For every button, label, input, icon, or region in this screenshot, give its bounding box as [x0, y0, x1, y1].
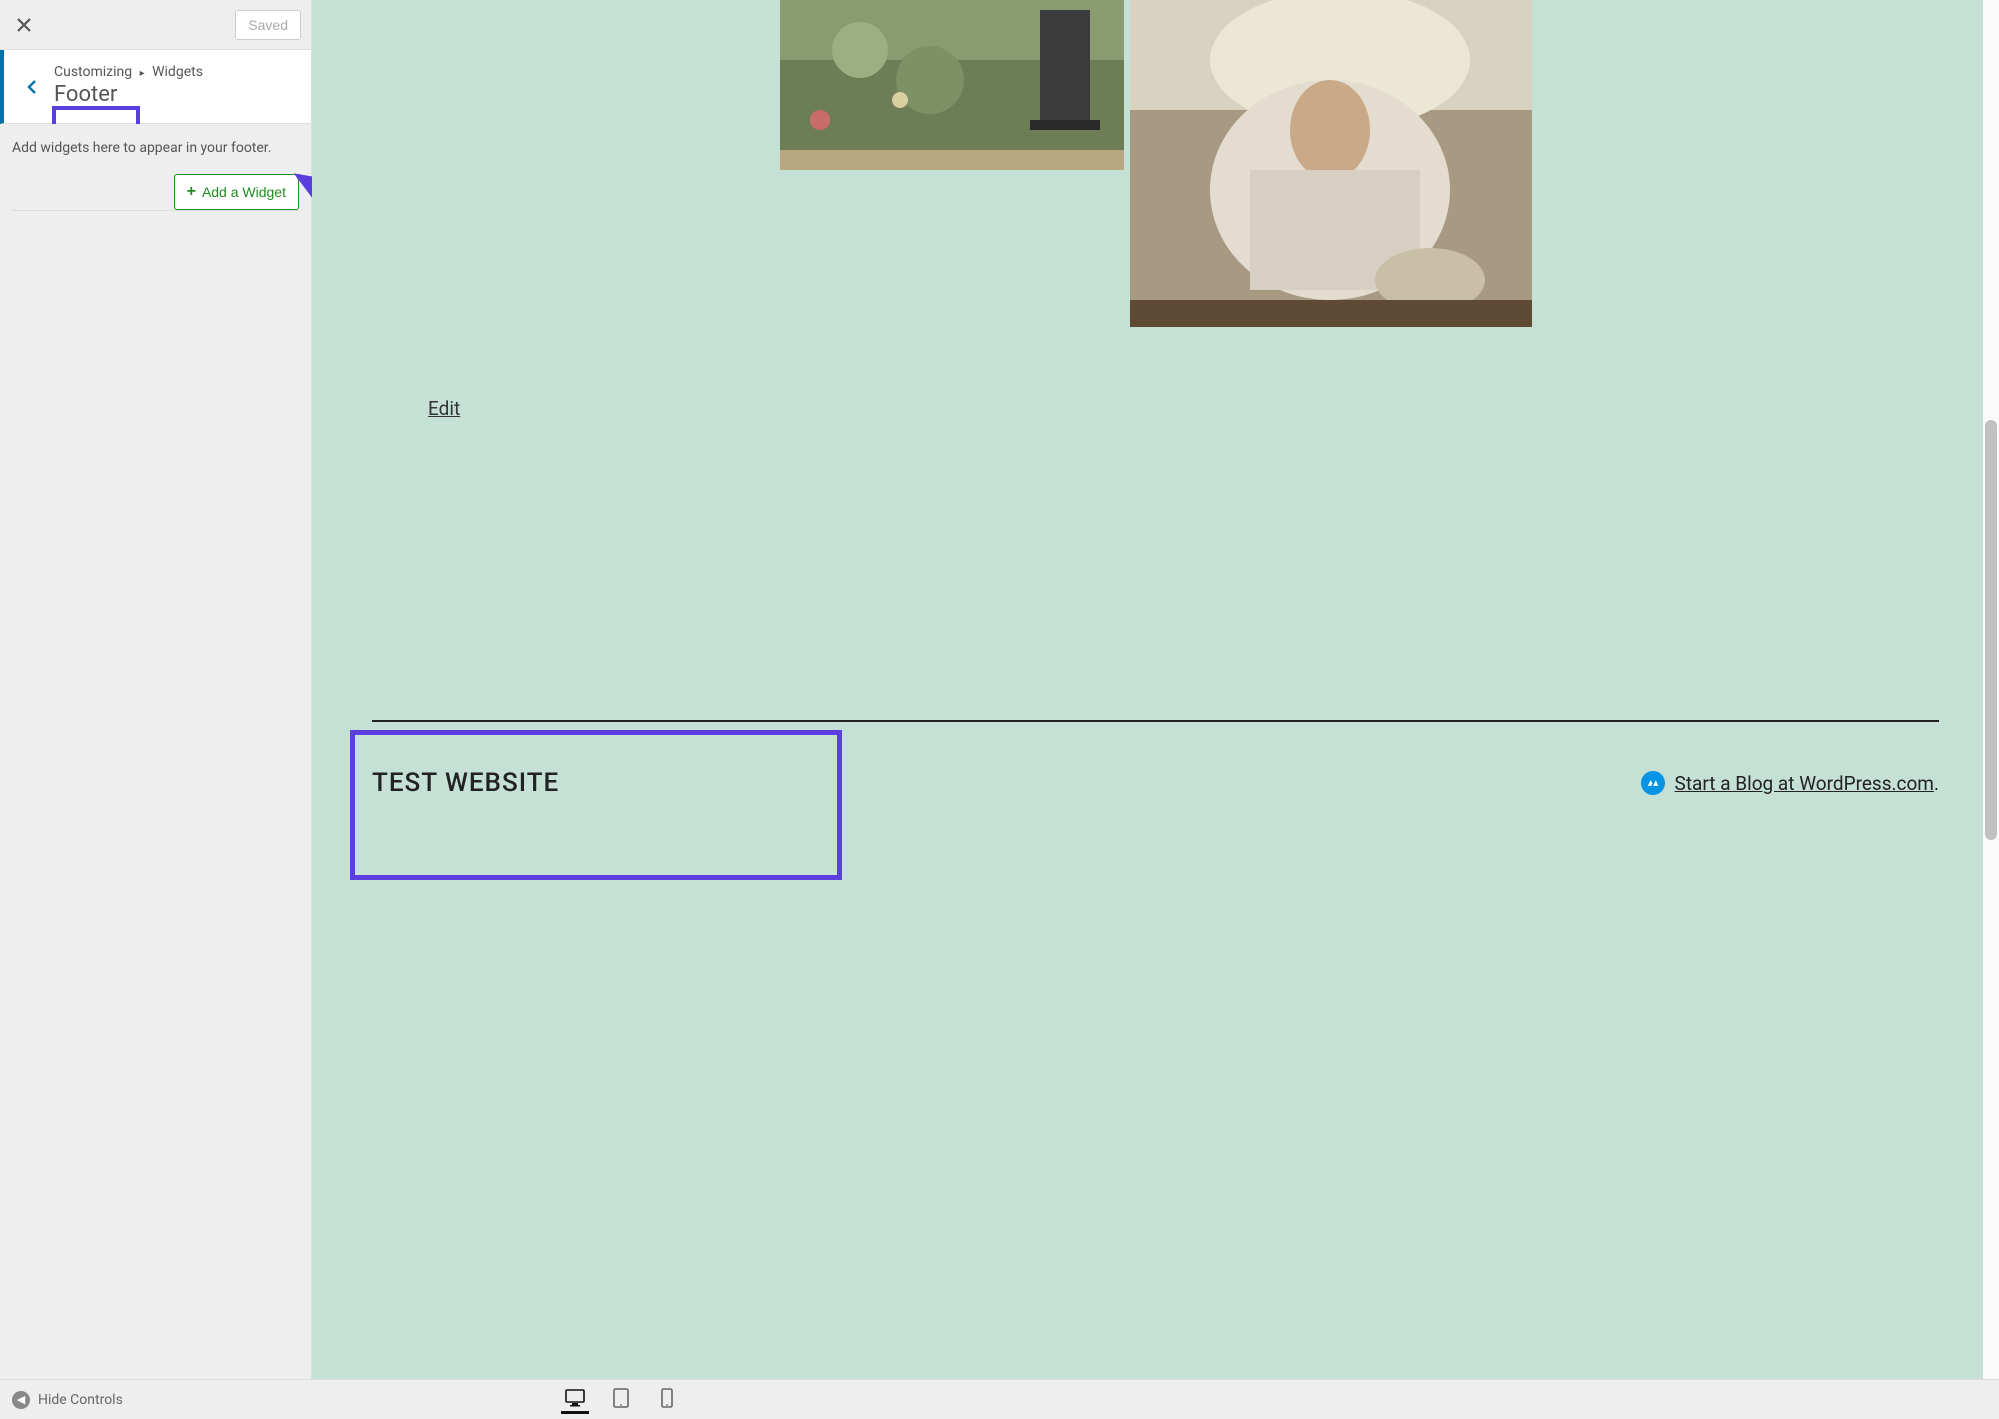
painting-image-icon — [1130, 0, 1532, 327]
breadcrumb-prefix: Customizing — [54, 64, 132, 80]
panel-divider — [12, 210, 299, 211]
desktop-preview-button[interactable] — [561, 1386, 589, 1414]
close-customizer-button[interactable] — [10, 5, 38, 45]
tablet-preview-button[interactable] — [607, 1386, 635, 1414]
edit-link[interactable]: Edit — [428, 397, 460, 420]
breadcrumb-parent: Widgets — [152, 64, 203, 80]
desktop-icon — [565, 1389, 585, 1407]
window-scrollbar-thumb[interactable] — [1985, 420, 1997, 840]
section-title: Footer — [54, 82, 121, 109]
back-button[interactable] — [18, 73, 46, 101]
add-widget-button[interactable]: + Add a Widget — [174, 174, 299, 210]
wp-credit-suffix: . — [1934, 772, 1939, 795]
sidebar-topbar: Saved — [0, 0, 311, 50]
wordpress-icon — [1641, 771, 1665, 795]
chevron-left-circle-icon: ◀ — [12, 1391, 30, 1409]
plus-icon: + — [187, 183, 196, 201]
breadcrumb-separator-icon: ▸ — [140, 68, 145, 79]
mobile-icon — [661, 1388, 673, 1408]
gallery-image — [1130, 0, 1532, 327]
close-icon — [17, 18, 31, 32]
add-widget-label: Add a Widget — [202, 184, 286, 200]
image-gallery — [372, 0, 1939, 327]
helper-text: Add widgets here to appear in your foote… — [12, 140, 299, 156]
window-scrollbar-track[interactable] — [1983, 0, 1999, 1379]
tablet-icon — [613, 1388, 629, 1408]
saved-button: Saved — [235, 10, 301, 40]
preview-pane: Edit TEST WEBSITE Start a Blog at WordPr… — [312, 0, 1999, 1379]
section-header: Customizing ▸ Widgets Footer — [0, 50, 311, 124]
site-title: TEST WEBSITE — [372, 768, 559, 798]
painting-image-icon — [780, 0, 1124, 170]
preview-scroll[interactable]: Edit TEST WEBSITE Start a Blog at WordPr… — [312, 0, 1999, 1379]
site-footer: TEST WEBSITE Start a Blog at WordPress.c… — [372, 720, 1939, 838]
wp-credit: Start a Blog at WordPress.com. — [1641, 771, 1939, 795]
chevron-left-icon — [26, 79, 38, 95]
footer-divider — [372, 720, 1939, 722]
customizer-bottombar: ◀ Hide Controls — [0, 1379, 1999, 1419]
mobile-preview-button[interactable] — [653, 1386, 681, 1414]
customizer-sidebar: Saved Customizing ▸ Widgets Footer Add w… — [0, 0, 312, 1379]
hide-controls-button[interactable]: ◀ Hide Controls — [12, 1391, 123, 1409]
breadcrumb: Customizing ▸ Widgets — [54, 64, 203, 80]
sidebar-body: Add widgets here to appear in your foote… — [0, 124, 311, 1379]
hide-controls-label: Hide Controls — [38, 1392, 123, 1408]
wp-credit-link[interactable]: Start a Blog at WordPress.com — [1675, 772, 1934, 795]
gallery-image — [780, 0, 1124, 170]
device-preview-toggles — [561, 1386, 681, 1414]
